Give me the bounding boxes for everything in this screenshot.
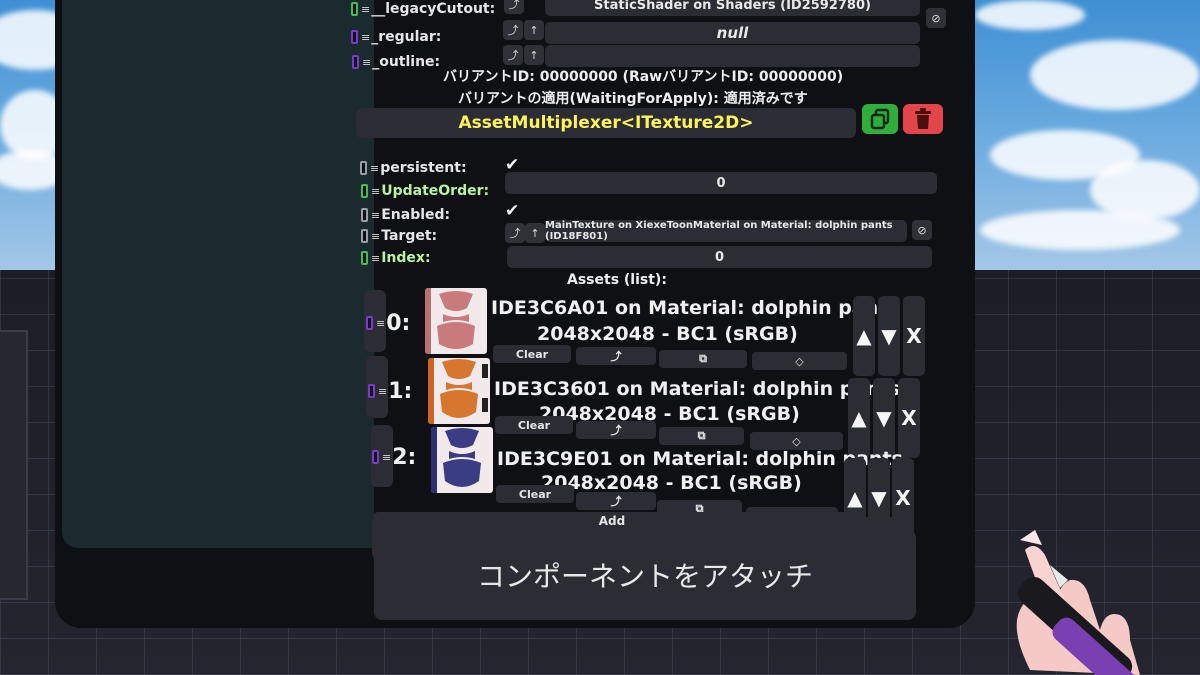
asset-1-title: IDE3C3601 on Material: dolphin pants [494,378,901,400]
outline-row: ≡ _outline: [352,51,440,73]
jump-icon[interactable]: ⤴ [504,0,524,14]
move-down-button[interactable]: ▼ [873,378,895,458]
component-header[interactable]: AssetMultiplexer<ITexture2D> [356,108,856,138]
asset-0-title: IDE3C6A01 on Material: dolphin pants [491,297,899,319]
jump-icon[interactable]: ⤴ [503,45,523,65]
menu-icon[interactable]: ≡ [361,31,370,44]
field-tag-icon [366,316,373,330]
field-tag-icon [361,229,368,243]
move-up-button[interactable]: ▲ [848,378,870,458]
remove-icon[interactable]: ⊘ [912,220,932,240]
jump-icon[interactable]: ⤴ [576,421,656,439]
regular-label: _regular: [371,29,442,45]
copy-icon[interactable]: ⧉ [659,427,744,445]
field-tag-icon [361,208,368,222]
enabled-label: Enabled: [381,207,451,223]
attach-component-label: コンポーネントをアタッチ [476,560,813,593]
enabled-row: ≡ Enabled: [361,204,450,226]
field-tag-icon [351,30,358,44]
remove-asset-button[interactable]: X [903,296,925,376]
persistent-row: ≡ persistent: [360,157,467,179]
menu-icon[interactable]: ≡ [371,230,380,243]
asset-2-index: 2: [392,444,417,470]
move-down-button[interactable]: ▼ [878,296,900,376]
outline-label: _outline: [372,54,441,70]
legacy-cutout-label: __legacyCutout: [371,1,496,17]
regular-field[interactable]: null [545,22,920,44]
menu-icon[interactable]: ≡ [378,385,387,398]
side-panel-left [0,330,28,600]
index-row: ≡ Index: [361,247,431,269]
jump-icon[interactable]: ⤴ [576,347,656,365]
field-tag-icon [352,55,359,69]
up-icon[interactable]: ↑ [524,45,544,65]
variant-id-text: バリアントID: 00000000 (RawバリアントID: 00000000) [443,69,844,85]
attach-component-button[interactable]: コンポーネントをアタッチ [374,530,916,620]
vr-hand-with-pen [1016,530,1144,675]
duplicate-button[interactable] [862,104,898,134]
outline-field[interactable] [545,45,920,67]
jump-icon[interactable]: ⤴ [576,492,656,510]
index-input[interactable]: 0 [507,246,932,268]
asset-0-index-row: ≡ 0: [366,310,411,336]
field-tag-icon [372,450,379,464]
duplicate-icon [870,108,890,130]
menu-icon[interactable]: ≡ [362,56,371,69]
asset-2-index-row: ≡ 2: [372,444,417,470]
asset-0-index: 0: [386,310,411,336]
asset-1-index-row: ≡ 1: [368,378,413,404]
update-order-input[interactable]: 0 [505,172,937,194]
remove-asset-button[interactable]: X [898,378,920,458]
move-up-button[interactable]: ▲ [853,296,875,376]
menu-icon[interactable]: ≡ [370,162,379,175]
field-tag-icon [361,251,368,265]
field-tag-icon [361,184,368,198]
index-label: Index: [381,250,431,266]
field-tag-icon [351,2,358,16]
asset-0-thumbnail[interactable] [425,288,487,354]
field-tag-icon [360,161,367,175]
menu-icon[interactable]: ≡ [371,252,380,265]
enabled-checkbox[interactable]: ✔ [505,201,519,221]
delete-button[interactable] [903,104,943,134]
asset-2-size: 2048x2048 - BC1 (sRGB) [541,472,802,494]
add-asset-button[interactable]: Add [374,512,850,530]
asset-1-thumbnail[interactable] [428,358,490,424]
asset-0-clear-button[interactable]: Clear [493,345,571,363]
menu-icon[interactable]: ≡ [371,185,380,198]
remove-icon[interactable]: ⊘ [926,8,946,28]
update-order-label: UpdateOrder: [381,183,490,199]
field-tag-icon [368,384,375,398]
target-field[interactable]: MainTexture on XiexeToonMaterial on Mate… [545,220,907,242]
target-label: Target: [381,228,438,244]
assets-header: Assets (list): [567,272,667,288]
tag-icon[interactable]: ◇ [752,352,847,370]
jump-icon[interactable]: ⤴ [505,223,525,243]
menu-icon[interactable]: ≡ [376,317,385,330]
target-row: ≡ Target: [361,225,437,247]
asset-1-index: 1: [388,378,413,404]
update-order-row: ≡ UpdateOrder: [361,180,489,202]
menu-icon[interactable]: ≡ [361,3,370,16]
variant-apply-text: バリアントの適用(WaitingForApply): 適用済みです [458,91,808,107]
asset-0-size: 2048x2048 - BC1 (sRGB) [537,323,798,345]
persistent-label: persistent: [380,160,467,176]
legacy-cutout-row: ≡ __legacyCutout: [351,0,495,20]
asset-1-clear-button[interactable]: Clear [495,416,573,434]
trash-icon [915,108,931,129]
up-icon[interactable]: ↑ [524,20,544,40]
legacy-cutout-field[interactable]: StaticShader on Shaders (ID2592780) [545,0,920,16]
up-icon[interactable]: ↑ [525,223,545,243]
copy-icon[interactable]: ⧉ [659,350,747,368]
hierarchy-pane [62,0,374,548]
jump-icon[interactable]: ⤴ [503,20,523,40]
menu-icon[interactable]: ≡ [371,209,380,222]
asset-2-clear-button[interactable]: Clear [496,485,574,503]
asset-2-thumbnail[interactable] [431,427,493,493]
regular-row: ≡ _regular: [351,26,441,48]
asset-2-title: IDE3C9E01 on Material: dolphin pants [497,448,903,470]
menu-icon[interactable]: ≡ [382,451,391,464]
component-title: AssetMultiplexer<ITexture2D> [458,113,754,133]
